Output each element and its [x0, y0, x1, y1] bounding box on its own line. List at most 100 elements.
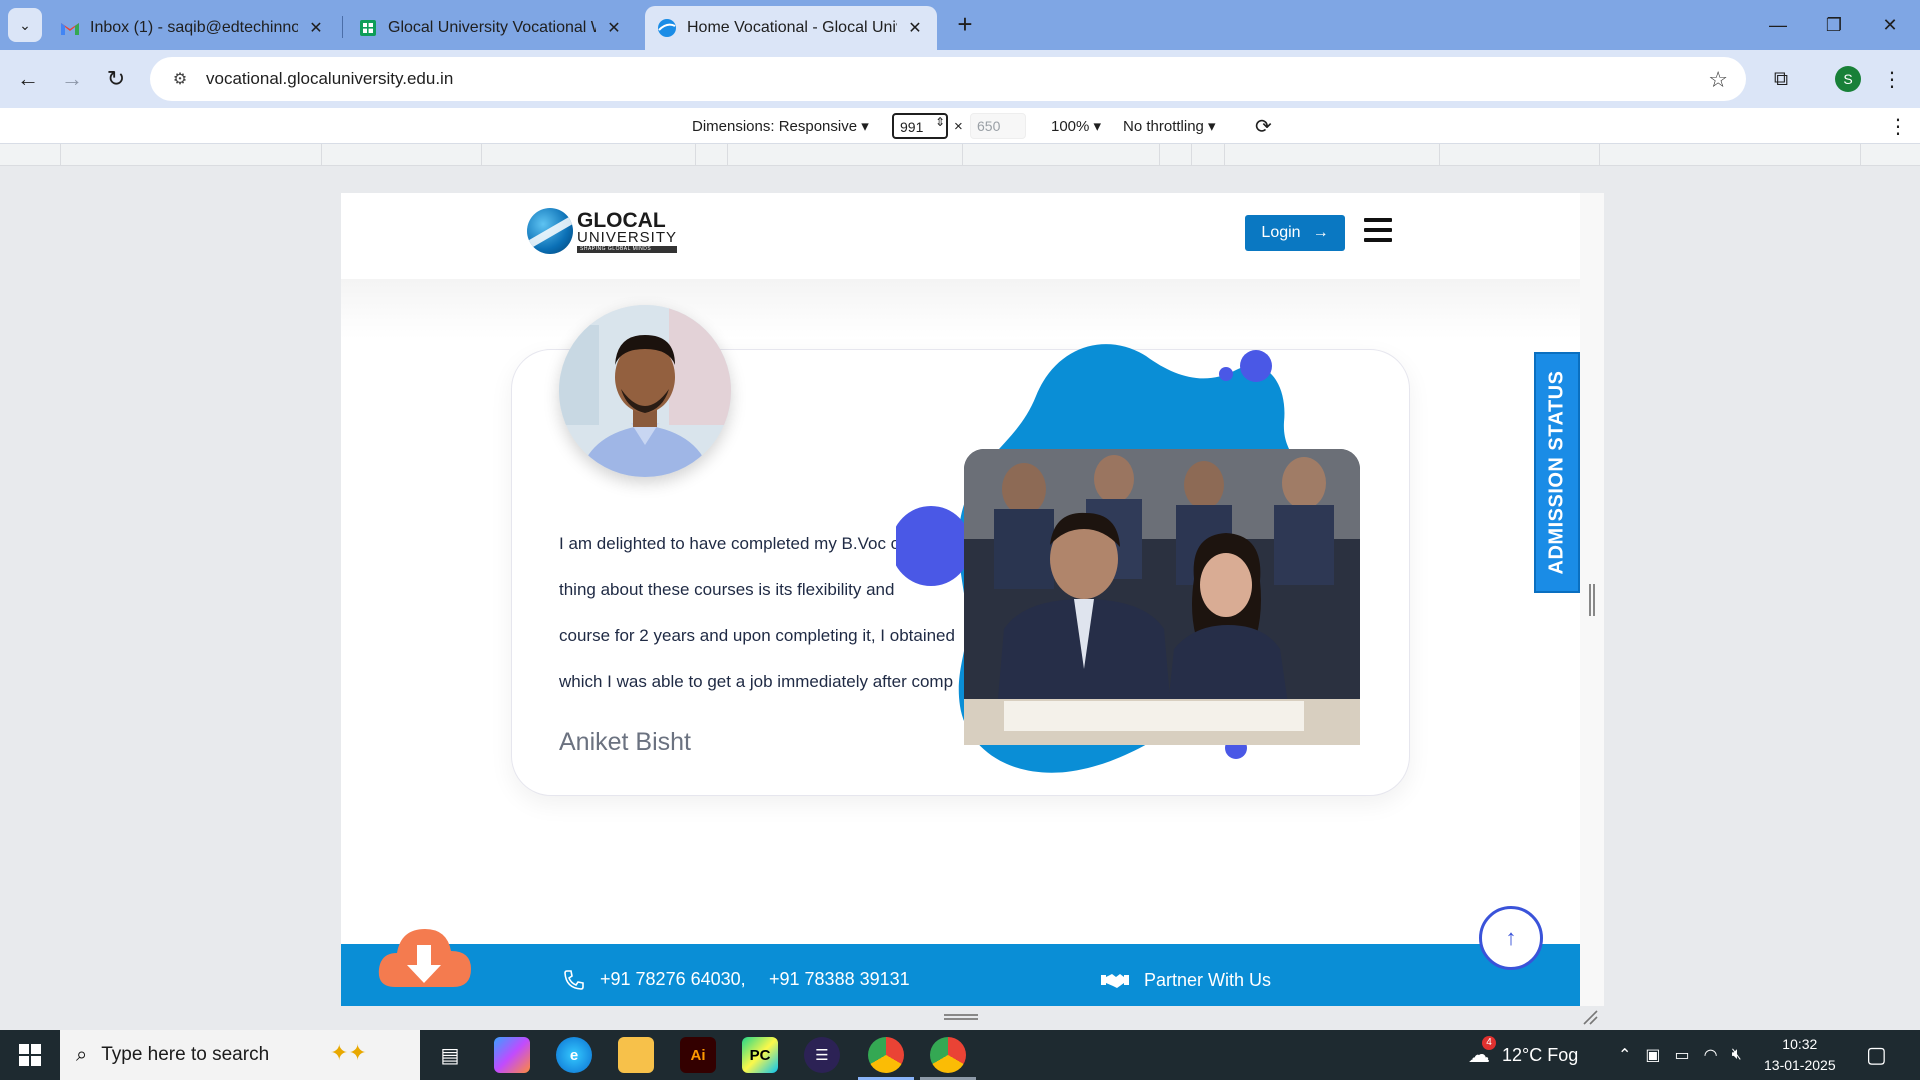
search-placeholder: Type here to search [101, 1044, 270, 1065]
illustrator-icon[interactable]: Ai [680, 1037, 716, 1073]
weather-widget[interactable]: ☁ 4 12°C Fog [1468, 1030, 1578, 1080]
tab-separator [342, 16, 343, 38]
arrow-up-icon: ↑ [1505, 925, 1517, 950]
wifi-icon[interactable]: ◠ [1704, 1045, 1718, 1065]
phone-number-2[interactable]: +91 78388 39131 [769, 969, 910, 990]
notifications-icon[interactable]: ▢ [1866, 1030, 1887, 1080]
plus-icon: + [957, 9, 973, 39]
close-icon[interactable]: ✕ [604, 18, 624, 38]
browser-tab-strip: ⌄ Inbox (1) - saqib@edtechinnova ✕ Gloca… [0, 0, 1920, 50]
back-button[interactable]: ← [12, 63, 44, 95]
copilot-icon[interactable] [494, 1037, 530, 1073]
tab-sheets[interactable]: Glocal University Vocational We ✕ [346, 6, 636, 50]
site-info-icon[interactable]: ⚙ [160, 69, 200, 89]
windows-logo-icon [19, 1044, 41, 1066]
scroll-to-top-button[interactable]: ↑ [1479, 906, 1543, 970]
contact-footer-bar [341, 944, 1580, 1006]
more-options-icon[interactable]: ⋮ [1888, 114, 1908, 139]
dimensions-select[interactable]: Dimensions: Responsive ▾ [692, 117, 869, 135]
minimize-button[interactable]: — [1750, 0, 1806, 50]
hamburger-menu-icon[interactable] [1364, 218, 1392, 242]
weather-icon: ☁ 4 [1468, 1036, 1496, 1068]
meet-icon[interactable]: ▣ [1645, 1045, 1660, 1065]
close-icon[interactable]: ✕ [306, 18, 326, 38]
admission-status-tab[interactable]: ADMISSION STATUS [1534, 352, 1580, 593]
new-tab-button[interactable]: + [950, 10, 980, 40]
phone-number-1[interactable]: +91 78276 64030, [600, 969, 746, 990]
extensions-button[interactable]: ⧉ [1766, 64, 1796, 94]
weather-text: 12°C Fog [1502, 1044, 1579, 1065]
eclipse-icon[interactable]: ☰ [804, 1037, 840, 1073]
bookmark-star-icon[interactable]: ☆ [1708, 67, 1728, 93]
chevron-down-icon: ⌄ [19, 16, 31, 33]
url-text: vocational.glocaluniversity.edu.in [206, 69, 454, 88]
arrow-right-icon: → [61, 66, 83, 91]
chrome-profile-icon[interactable] [930, 1037, 966, 1073]
system-clock[interactable]: 10:32 13-01-2025 [1764, 1034, 1836, 1076]
viewport-resize-handle-right[interactable] [1589, 584, 1595, 616]
viewport-resize-corner-icon[interactable] [1582, 1009, 1598, 1025]
tab-title: Inbox (1) - saqib@edtechinnova [90, 19, 298, 36]
tab-title: Glocal University Vocational We [388, 19, 596, 36]
sheets-icon [358, 18, 378, 38]
chrome-icon[interactable] [868, 1037, 904, 1073]
volume-muted-icon[interactable]: 🔇︎ [1732, 1046, 1742, 1064]
tab-title: Home Vocational - Glocal Unive [687, 19, 897, 36]
globe-favicon-icon [657, 18, 677, 38]
rotate-icon[interactable]: ⟳ [1255, 114, 1272, 139]
globe-logo-icon [527, 208, 573, 254]
logo-line-2: UNIVERSITY [577, 228, 678, 246]
browser-menu-button[interactable]: ⋮ [1877, 64, 1907, 94]
task-view-icon[interactable]: ▤ [432, 1037, 468, 1073]
admission-status-label: ADMISSION STATUS [1545, 370, 1568, 575]
arrow-left-icon: ← [17, 66, 39, 91]
height-input[interactable]: 650 [970, 113, 1026, 139]
taskbar-search-box[interactable]: ⌕ Type here to search ✦✦ [60, 1030, 420, 1080]
avatar: S [1835, 66, 1861, 92]
zoom-label: 100% [1051, 118, 1090, 135]
address-bar[interactable]: ⚙ vocational.glocaluniversity.edu.in ☆ [150, 57, 1746, 101]
battery-icon[interactable]: ▭ [1675, 1045, 1690, 1065]
chevron-up-icon[interactable]: ⌃ [1618, 1045, 1631, 1065]
logo-text: GLOCAL UNIVERSITY SHAPING GLOBAL MINDS [577, 208, 678, 253]
emulated-viewport: GLOCAL UNIVERSITY SHAPING GLOBAL MINDS L… [341, 193, 1580, 1006]
testimonial-author: Aniket Bisht [559, 728, 692, 756]
start-button[interactable] [0, 1030, 60, 1080]
site-header: GLOCAL UNIVERSITY SHAPING GLOBAL MINDS L… [341, 193, 1580, 279]
students-classroom-photo [964, 449, 1360, 745]
login-button[interactable]: Login → [1245, 215, 1345, 251]
handshake-icon [1101, 974, 1129, 988]
throttling-select[interactable]: No throttling ▾ [1123, 117, 1216, 135]
spinner-icon[interactable]: ⇕ [935, 115, 945, 129]
student-avatar [559, 305, 731, 477]
window-close-button[interactable]: ✕ [1862, 0, 1918, 50]
forward-button[interactable]: → [56, 63, 88, 95]
gmail-icon [60, 18, 80, 38]
clock-time: 10:32 [1782, 1036, 1818, 1052]
browser-toolbar: ← → ↻ ⚙ vocational.glocaluniversity.edu.… [0, 50, 1920, 108]
logo-tagline: SHAPING GLOBAL MINDS [577, 245, 678, 253]
system-tray: ⌃ ▣ ▭ ◠ 🔇︎ [1618, 1030, 1742, 1080]
profile-button[interactable]: S [1833, 64, 1863, 94]
restore-icon: ❐ [1825, 14, 1843, 35]
partner-with-us-link[interactable]: Partner With Us [1144, 970, 1271, 991]
logo-line-1: GLOCAL [577, 208, 666, 232]
tab-gmail[interactable]: Inbox (1) - saqib@edtechinnova ✕ [48, 6, 338, 50]
puzzle-icon: ⧉ [1773, 67, 1789, 90]
arrow-right-icon: → [1312, 224, 1329, 241]
dimensions-label: Dimensions: Responsive [692, 118, 858, 135]
edge-icon[interactable]: e [556, 1037, 592, 1073]
close-icon[interactable]: ✕ [905, 18, 925, 38]
tab-home-vocational[interactable]: Home Vocational - Glocal Unive ✕ [645, 6, 937, 50]
cloud-download-icon[interactable] [377, 921, 473, 993]
file-explorer-icon[interactable] [618, 1037, 654, 1073]
zoom-select[interactable]: 100% ▾ [1051, 117, 1101, 135]
restore-button[interactable]: ❐ [1806, 0, 1862, 50]
reload-button[interactable]: ↻ [100, 63, 132, 95]
reload-icon: ↻ [106, 66, 126, 91]
viewport-resize-handle-bottom[interactable] [944, 1014, 978, 1020]
pycharm-icon[interactable]: PC [742, 1037, 778, 1073]
phone-icon [564, 970, 584, 990]
university-logo[interactable]: GLOCAL UNIVERSITY SHAPING GLOBAL MINDS [527, 208, 678, 254]
tab-search-button[interactable]: ⌄ [8, 8, 42, 42]
